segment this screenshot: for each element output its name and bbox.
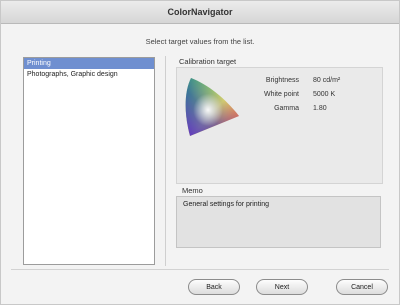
gamma-value: 1.80	[313, 105, 327, 112]
calibration-target-label: Calibration target	[179, 57, 237, 66]
list-item-printing[interactable]: Printing	[24, 58, 154, 69]
instruction-text: Select target values from the list.	[145, 37, 255, 46]
white-point-value: 5000 K	[313, 91, 336, 98]
brightness-value: 80 cd/m²	[313, 77, 341, 84]
calibration-properties: Brightness 80 cd/m² White point 5000 K Gam…	[237, 74, 377, 116]
white-point-row: White point 5000 K	[237, 88, 377, 102]
horizontal-divider	[11, 269, 389, 270]
memo-label: Memo	[182, 186, 203, 195]
list-item-photographs[interactable]: Photographs, Graphic design	[24, 69, 154, 80]
calibration-target-panel: Brightness 80 cd/m² White point 5000 K Gam…	[176, 67, 383, 184]
gamma-label: Gamma	[274, 105, 299, 112]
window-title: ColorNavigator	[1, 1, 399, 24]
brightness-label: Brightness	[265, 77, 299, 84]
memo-text: General settings for printing	[176, 196, 381, 248]
back-button[interactable]: Back	[188, 279, 240, 295]
color-gamut-icon	[185, 78, 239, 136]
colornavigator-window: ColorNavigator Select target values from…	[0, 0, 400, 305]
cancel-button[interactable]: Cancel	[336, 279, 388, 295]
white-point-label: White point	[263, 91, 299, 98]
target-list[interactable]: Printing Photographs, Graphic design	[23, 57, 155, 265]
next-button[interactable]: Next	[256, 279, 308, 295]
brightness-row: Brightness 80 cd/m²	[237, 74, 377, 88]
gamma-row: Gamma 1.80	[237, 102, 377, 116]
vertical-divider	[165, 56, 166, 266]
